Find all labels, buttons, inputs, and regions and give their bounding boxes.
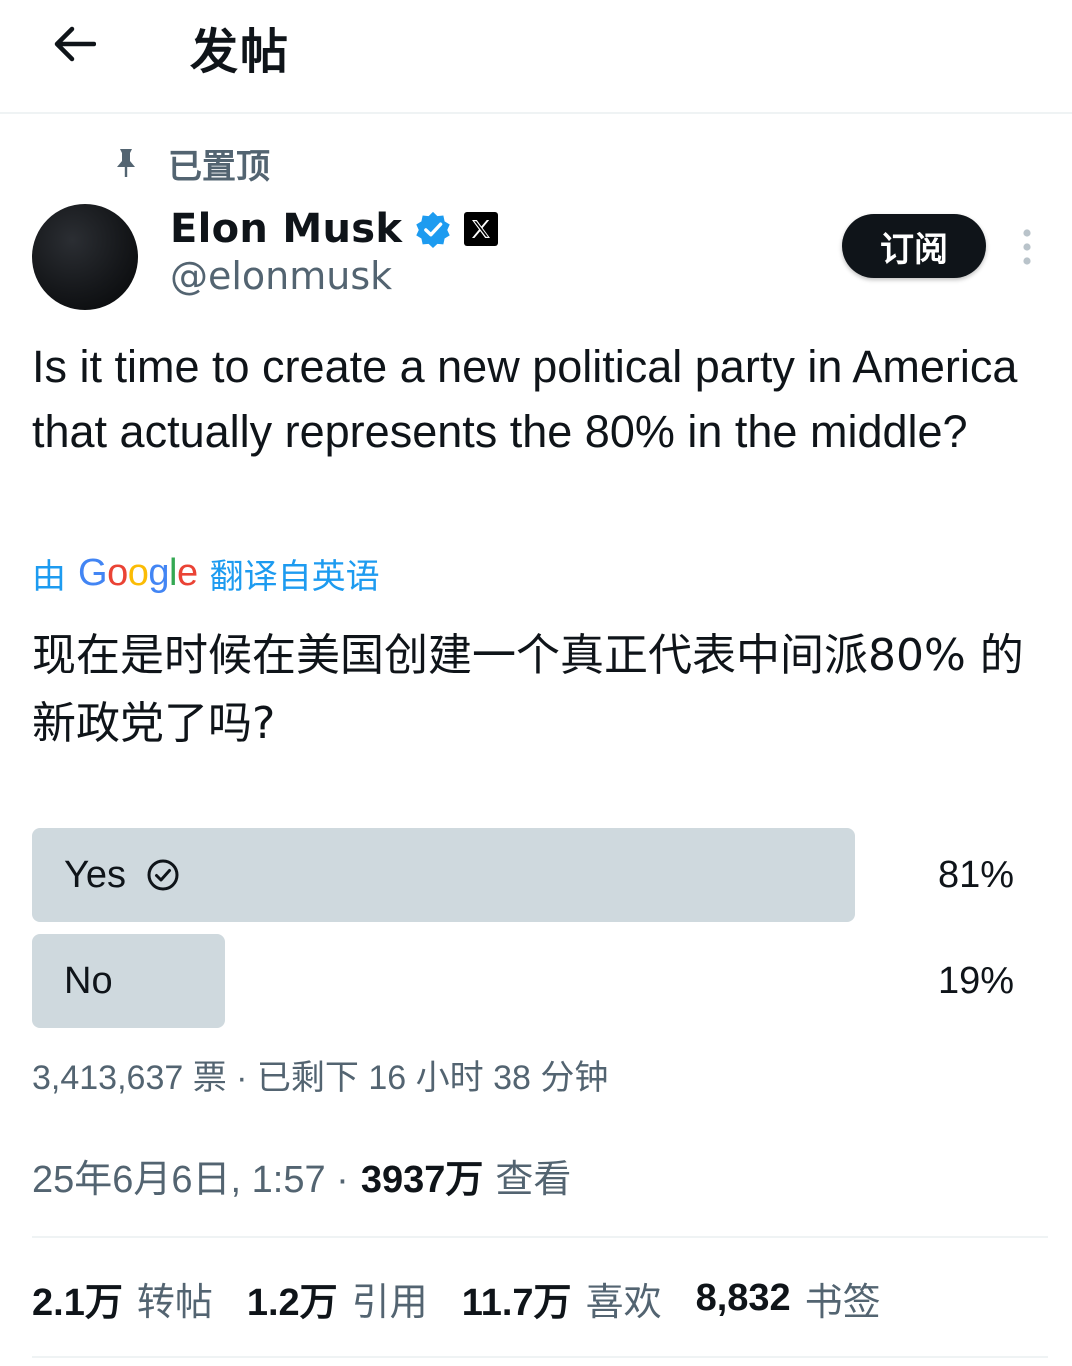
poll-option-no[interactable]: No 19% xyxy=(32,934,1032,1028)
poll-option-text: Yes xyxy=(64,853,126,896)
views-count: 3937万 xyxy=(360,1159,484,1201)
more-options-button[interactable] xyxy=(1010,222,1044,272)
divider xyxy=(32,1356,1048,1358)
poll-label-yes: Yes xyxy=(64,828,180,922)
page-title: 发帖 xyxy=(190,24,291,80)
author-handle[interactable]: @elonmusk xyxy=(170,254,392,298)
stat-bookmarks[interactable]: 8,832 书签 xyxy=(696,1271,881,1326)
poll-percent-yes: 81% xyxy=(937,853,1014,896)
poll-option-text: No xyxy=(64,959,113,1002)
translation-suffix: 翻译自英语 xyxy=(209,556,380,597)
bookmarks-count: 8,832 xyxy=(695,1276,791,1319)
translation-prefix: 由 xyxy=(32,556,66,597)
pinned-indicator: 已置顶 xyxy=(110,138,270,188)
stat-likes[interactable]: 11.7万 喜欢 xyxy=(462,1271,662,1326)
top-bar: 发帖 xyxy=(0,0,1072,114)
poll-label-no: No xyxy=(64,934,113,1028)
quotes-count: 1.2万 xyxy=(246,1281,338,1324)
retweets-label: 转帖 xyxy=(136,1281,213,1324)
engagement-stats: 2.1万 转帖 1.2万 引用 11.7万 喜欢 8,832 书签 xyxy=(32,1270,915,1326)
quotes-label: 引用 xyxy=(351,1281,428,1324)
x-affiliate-icon xyxy=(464,212,499,246)
poll-option-yes[interactable]: Yes 81% xyxy=(32,828,1032,922)
timestamp-row: 25年6月6日, 1:57 · 3937万 查看 xyxy=(32,1148,571,1203)
back-button[interactable] xyxy=(44,14,104,74)
more-vertical-icon xyxy=(1023,229,1031,265)
pinned-label: 已置顶 xyxy=(168,146,270,187)
avatar[interactable] xyxy=(32,204,138,310)
poll-meta: 3,413,637 票 · 已剩下 16 小时 38 分钟 xyxy=(32,1059,609,1097)
author-name-row: Elon Musk xyxy=(170,204,499,254)
author-name[interactable]: Elon Musk xyxy=(170,206,402,252)
bookmarks-label: 书签 xyxy=(804,1281,881,1324)
verified-badge-icon xyxy=(416,211,451,248)
likes-label: 喜欢 xyxy=(585,1281,662,1324)
google-logo: Google xyxy=(78,551,198,594)
views-label: 查看 xyxy=(495,1159,572,1201)
likes-count: 11.7万 xyxy=(461,1281,572,1324)
check-circle-icon xyxy=(147,859,179,891)
translated-tweet-text: 现在是时候在美国创建一个真正代表中间派80% 的新政党了吗? xyxy=(32,630,1024,749)
stat-retweets[interactable]: 2.1万 转帖 xyxy=(32,1271,213,1326)
tweet-text: Is it time to create a new political par… xyxy=(32,341,1018,457)
divider xyxy=(32,1236,1048,1238)
poll-percent-no: 19% xyxy=(937,959,1014,1002)
timestamp[interactable]: 25年6月6日, 1:57 · xyxy=(32,1148,349,1203)
poll-bar-no xyxy=(32,934,225,1028)
translation-attribution[interactable]: 由 Google 翻译自英语 xyxy=(32,548,380,598)
retweets-count: 2.1万 xyxy=(32,1281,123,1324)
stat-quotes[interactable]: 1.2万 引用 xyxy=(247,1271,428,1326)
tweet-detail-page: 发帖 已置顶 Elon Musk @elonmusk 订阅 Is it time… xyxy=(0,0,1072,1366)
subscribe-button[interactable]: 订阅 xyxy=(842,214,986,278)
pin-icon xyxy=(110,143,142,183)
arrow-left-icon xyxy=(54,26,96,62)
